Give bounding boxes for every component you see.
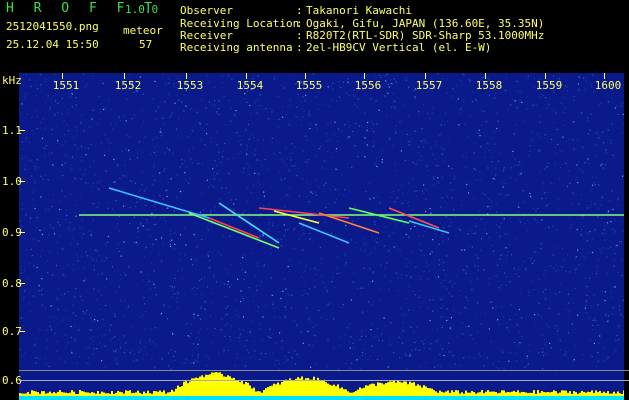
meteor-count: 57: [139, 38, 153, 51]
y-tick-mark: [19, 232, 25, 233]
reference-line: [19, 370, 629, 371]
observer-sep: :: [296, 4, 303, 17]
x-tick-label: 1559: [535, 79, 563, 92]
antenna-value: 2el-HB9CV Vertical (el. E-W): [306, 41, 492, 54]
y-tick-mark: [19, 331, 25, 332]
x-tick-label: 1554: [236, 79, 264, 92]
time-axis: 1551 1552 1553 1554 1555 1556 1557 1558 1559 1600: [0, 73, 629, 93]
x-tick-label: 1552: [114, 79, 142, 92]
x-tick-label: 1600: [594, 79, 622, 92]
y-axis-unit: kHz: [2, 74, 22, 87]
x-tick-label: 1556: [354, 79, 382, 92]
y-tick-mark: [19, 130, 25, 131]
x-tick-label: 1551: [52, 79, 80, 92]
capture-datetime: 25.12.04 15:50: [6, 38, 99, 51]
bottom-band: [19, 396, 624, 400]
y-tick-mark: [19, 181, 25, 182]
antenna-key: Receiving antenna: [180, 41, 293, 54]
app-version: 1.0.0: [125, 3, 159, 16]
reference-line: [19, 380, 629, 381]
file-name: 2512041550.png: [6, 20, 99, 33]
observer-key: Observer: [180, 4, 233, 17]
meteor-label: meteor: [123, 24, 163, 37]
x-tick-label: 1553: [176, 79, 204, 92]
antenna-sep: :: [296, 41, 303, 54]
spectrogram-background: [19, 73, 624, 400]
x-tick-label: 1557: [415, 79, 443, 92]
x-tick-label: 1558: [475, 79, 503, 92]
observer-value: Takanori Kawachi: [306, 4, 412, 17]
y-tick-mark: [19, 283, 25, 284]
spectrogram-canvas: [19, 73, 624, 400]
x-tick-label: 1555: [295, 79, 323, 92]
